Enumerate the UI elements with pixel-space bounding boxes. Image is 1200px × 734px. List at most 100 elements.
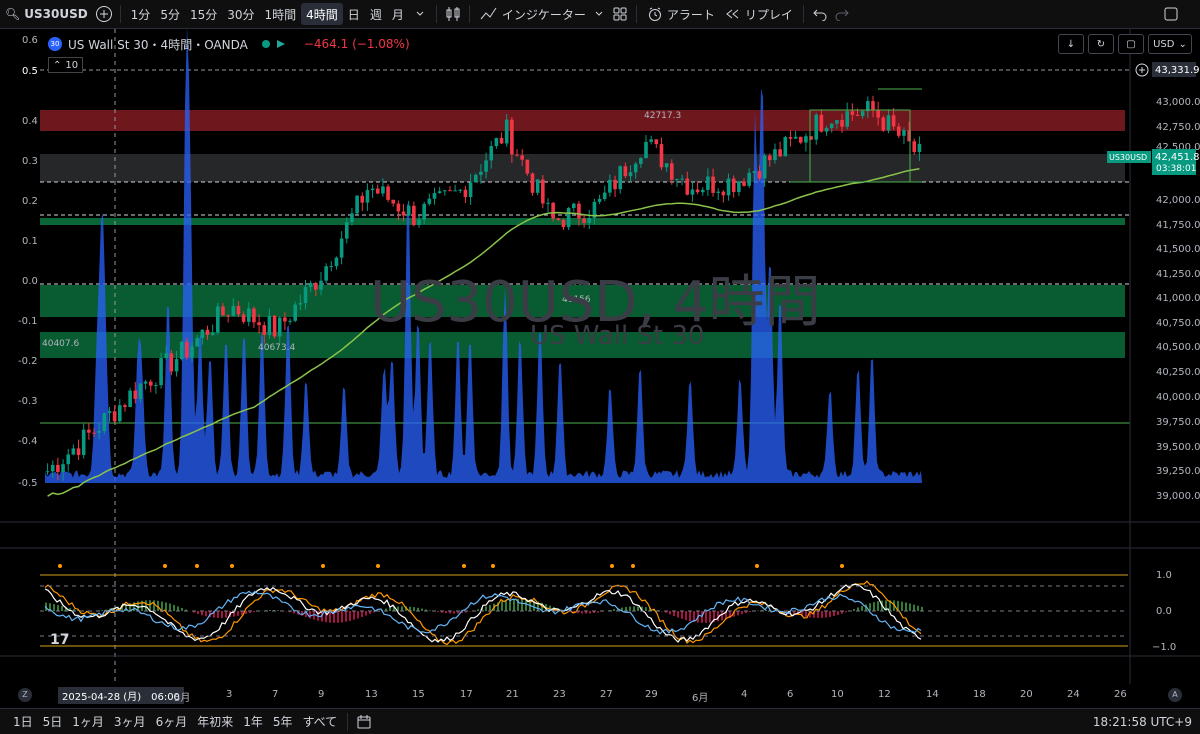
candle-body: [918, 144, 922, 152]
histogram-bar: [169, 604, 171, 611]
timeframe-1m[interactable]: 1分: [126, 3, 156, 25]
chevron-down-icon[interactable]: [409, 3, 431, 25]
add-symbol-icon[interactable]: [93, 3, 115, 25]
candle-body: [345, 222, 349, 239]
histogram-bar: [101, 610, 103, 611]
histogram-bar: [861, 606, 863, 611]
histogram-bar: [309, 611, 311, 618]
histogram-bar: [921, 607, 923, 611]
time-label: 21: [506, 689, 519, 700]
candle-body: [613, 180, 617, 189]
range-1y[interactable]: 1年: [238, 713, 268, 730]
range-3m[interactable]: 3ヶ月: [109, 713, 151, 730]
timeframe-1h[interactable]: 1時間: [260, 3, 302, 25]
price-scale-label: 39,500.0: [1156, 442, 1200, 453]
candle-body: [288, 321, 292, 322]
range-ytd[interactable]: 年初来: [192, 713, 238, 730]
range-6m[interactable]: 6ヶ月: [151, 713, 193, 730]
volume-setting[interactable]: ⌃ 10: [48, 57, 83, 73]
goto-start-icon[interactable]: Z: [18, 688, 32, 702]
chart-legend[interactable]: 30 US Wall St 30・4時間・OANDA −464.1 (−1.08…: [48, 35, 410, 53]
chevron-down-icon: ⌄: [1178, 39, 1186, 50]
candle-body: [458, 190, 462, 191]
histogram-bar: [253, 611, 255, 612]
time-axis[interactable]: Z 2025-04-28 (月) 06:00 5月 3 7 9 13 15 17…: [0, 684, 1200, 706]
candle-body: [149, 382, 153, 386]
range-all[interactable]: すべて: [298, 713, 343, 730]
timeframe-4h[interactable]: 4時間: [301, 3, 343, 25]
auto-scale-icon[interactable]: A: [1168, 688, 1182, 702]
resistance-zone-red: [40, 110, 1125, 131]
candle-body: [479, 172, 483, 175]
indicators-button[interactable]: インジケーター: [475, 3, 609, 25]
left-scale-label: -0.5: [18, 478, 38, 489]
volume-layer: [45, 29, 922, 483]
candle-body: [897, 126, 901, 135]
alert-label: アラート: [667, 6, 715, 23]
candle-body: [381, 186, 385, 193]
range-5d[interactable]: 5日: [38, 713, 68, 730]
candle-body: [412, 206, 416, 225]
replay-button[interactable]: リプレイ: [720, 3, 798, 25]
refresh-icon[interactable]: ↻: [1088, 34, 1114, 54]
divider: [347, 713, 348, 731]
histogram-bar: [829, 611, 831, 617]
histogram-bar: [857, 607, 859, 611]
candle-body: [159, 358, 163, 385]
timeframe-5m[interactable]: 5分: [155, 3, 185, 25]
candle-body: [77, 448, 81, 455]
clock[interactable]: 18:21:58 UTC+9: [1093, 715, 1192, 729]
timeframe-30m[interactable]: 30分: [222, 3, 259, 25]
candle-body: [572, 204, 576, 208]
annotation-high: 42717.3: [644, 111, 681, 121]
histogram-bar: [817, 611, 819, 618]
maximize-icon[interactable]: ▢: [1118, 34, 1144, 54]
chart-area[interactable]: 42717.3 40407.6 40673.4 41156 0.6 0.5 0.…: [0, 29, 1200, 684]
price-change: −464.1 (−1.08%): [304, 37, 410, 51]
neutral-zone-grey: [40, 154, 1125, 182]
time-label: 10: [831, 689, 844, 700]
timeframe-month[interactable]: 月: [387, 3, 409, 25]
layout-grid-icon[interactable]: [609, 3, 631, 25]
candle-body: [72, 448, 76, 454]
range-5y[interactable]: 5年: [268, 713, 298, 730]
candle-body: [536, 179, 540, 192]
histogram-bar: [501, 601, 503, 611]
candle-body: [902, 130, 906, 136]
candle-body: [912, 141, 916, 152]
candle-body: [856, 115, 860, 116]
download-icon[interactable]: ↓: [1058, 34, 1084, 54]
tradingview-logo: 17: [50, 632, 69, 648]
alert-button[interactable]: アラート: [642, 3, 720, 25]
time-label: 6月: [692, 689, 708, 704]
histogram-bar: [589, 611, 591, 613]
candle-body: [118, 405, 122, 421]
histogram-bar: [329, 611, 331, 623]
histogram-bar: [705, 611, 707, 623]
currency-select[interactable]: USD ⌄: [1148, 34, 1192, 54]
range-1d[interactable]: 1日: [8, 713, 38, 730]
timeframe-week[interactable]: 週: [365, 3, 387, 25]
timeframe-day[interactable]: 日: [343, 3, 365, 25]
date-range-icon[interactable]: [353, 711, 375, 733]
candle-body: [763, 156, 767, 179]
price-scale-label: 42,000.0: [1156, 195, 1200, 206]
candle-body: [371, 189, 375, 191]
left-scale-label: -0.4: [18, 436, 38, 447]
histogram-bar: [61, 606, 63, 611]
candle-body: [366, 190, 370, 203]
redo-icon[interactable]: [831, 3, 853, 25]
undo-icon[interactable]: [809, 3, 831, 25]
symbol-search[interactable]: 🔍︎ US30USD: [0, 3, 93, 25]
oscillator-layer: [45, 564, 923, 644]
range-1m[interactable]: 1ヶ月: [67, 713, 109, 730]
fullscreen-icon[interactable]: [1160, 3, 1182, 25]
candle-body: [531, 174, 535, 193]
candle-body: [732, 179, 736, 192]
price-scale-controls: ↓ ↻ ▢ USD ⌄: [1058, 34, 1192, 54]
timeframe-15m[interactable]: 15分: [185, 3, 222, 25]
top-toolbar: 🔍︎ US30USD 1分 5分 15分 30分 1時間 4時間 日 週 月 イ…: [0, 0, 1200, 29]
price-chart[interactable]: 42717.3 40407.6 40673.4 41156 0.6 0.5 0.…: [0, 29, 1200, 684]
candle-body: [551, 203, 555, 219]
candlestick-icon[interactable]: [442, 3, 464, 25]
